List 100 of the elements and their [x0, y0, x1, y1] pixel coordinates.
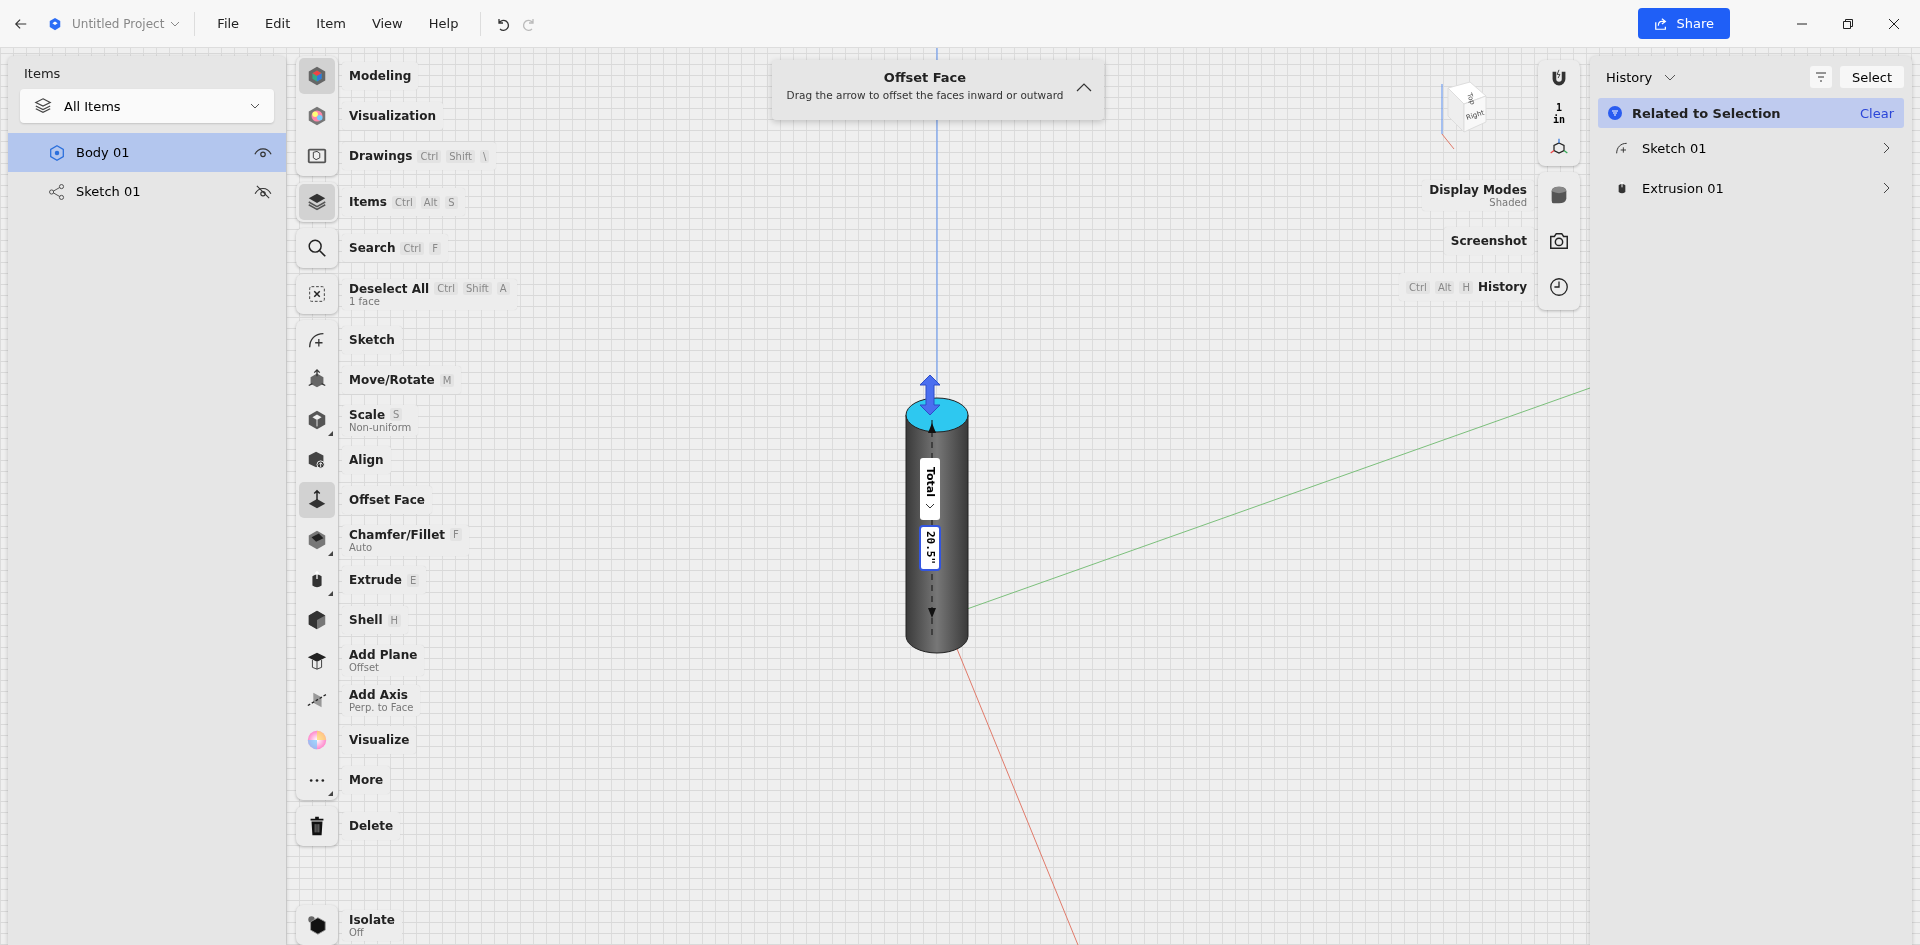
tool-name: Scale: [349, 407, 386, 422]
chevron-right-icon: [1883, 142, 1890, 154]
menu-item[interactable]: View: [363, 16, 411, 31]
clear-link[interactable]: Clear: [1860, 105, 1894, 121]
filter-label: Related to Selection: [1632, 105, 1782, 121]
eye-hidden-icon[interactable]: [254, 184, 272, 199]
entry-name: Extrusion 01: [1642, 180, 1725, 196]
eye-icon[interactable]: [254, 146, 272, 159]
tool-subtitle: Perp. to Face: [349, 701, 414, 713]
shortcut-key: H: [1459, 280, 1473, 294]
toolbar-panel: [296, 274, 338, 314]
sketch-arc-icon: [1614, 140, 1630, 156]
tool-name: Visualization: [349, 109, 436, 123]
tool-name: Extrude: [349, 573, 402, 587]
shortcut-key: Alt: [420, 195, 441, 209]
history-entry[interactable]: Extrusion 01: [1598, 168, 1904, 208]
deselect-icon: [306, 283, 328, 305]
tool-button[interactable]: [299, 482, 335, 518]
menu-item[interactable]: Edit: [257, 16, 299, 31]
offset-arrow-handle[interactable]: [919, 374, 941, 416]
clock-icon: [1548, 276, 1570, 298]
collapse-icon[interactable]: [1076, 82, 1092, 92]
tool-subtitle: Shaded: [1489, 196, 1527, 208]
items-filter-dropdown[interactable]: All Items: [20, 89, 274, 123]
back-arrow-icon[interactable]: [14, 16, 28, 31]
entry-name: Sketch 01: [1642, 140, 1708, 156]
isolate-icon: [306, 914, 328, 936]
shortcut-key: S: [390, 408, 403, 421]
tool-name: More: [349, 773, 384, 787]
shortcut-key: A: [496, 282, 510, 295]
chevron-down-icon: [925, 502, 935, 509]
select-button[interactable]: Select: [1839, 66, 1904, 88]
dimension-mode-dropdown[interactable]: Total: [920, 458, 940, 520]
shortcut-key: \: [480, 149, 490, 163]
tool-name: Deselect All: [349, 281, 430, 296]
tool-name: Modeling: [349, 69, 412, 83]
popup-title: Offset Face: [882, 70, 968, 85]
logo-icon: [48, 16, 62, 31]
shortcut-key: M: [439, 373, 455, 387]
shortcut-key: S: [445, 195, 458, 209]
item-name: Body 01: [76, 145, 131, 160]
tool-name: Screenshot: [1450, 234, 1527, 248]
shortcut-key: Ctrl: [417, 149, 442, 163]
search-icon: [306, 237, 328, 259]
restore-icon[interactable]: [1842, 17, 1854, 30]
nodes-icon: [48, 182, 66, 201]
tool-name: Display Modes: [1429, 182, 1527, 197]
tool-subtitle: Auto: [349, 541, 374, 553]
shortcut-key: F: [450, 528, 462, 541]
tool-name: Add Plane: [349, 647, 418, 662]
toolbar-panel: [296, 228, 338, 268]
share-button[interactable]: Share: [1638, 8, 1730, 39]
history-dropdown[interactable]: History: [1606, 69, 1677, 85]
tool-name: Drawings: [349, 149, 413, 163]
tool-name: Delete: [349, 819, 394, 833]
submenu-corner-icon: [328, 551, 333, 556]
item-row[interactable]: Body 01: [8, 133, 286, 172]
shortcut-key: Alt: [1434, 280, 1455, 294]
share-icon: [1654, 16, 1669, 31]
layers-icon: [306, 191, 328, 213]
menu-item[interactable]: Help: [420, 16, 467, 31]
item-row[interactable]: Sketch 01: [8, 172, 286, 211]
dimension-value-field[interactable]: 20.5": [919, 525, 941, 571]
shortcut-key: F: [429, 241, 441, 255]
shortcut-key: Shift: [446, 149, 475, 163]
offset-face-icon: [306, 489, 328, 511]
chevron-down-icon: [250, 103, 260, 109]
filter-icon: [1814, 72, 1827, 82]
menu-item[interactable]: Item: [308, 16, 354, 31]
more-icon: [308, 777, 326, 783]
submenu-corner-icon: [328, 431, 333, 436]
panel-title: Items: [23, 65, 62, 83]
menu-item[interactable]: File: [209, 16, 248, 31]
color-wheel-icon: [306, 729, 328, 751]
tool-name: Visualize: [349, 733, 410, 747]
tool-name: Move/Rotate: [349, 373, 435, 387]
popup-text: Drag the arrow to offset the faces inward or outward: [785, 89, 1065, 101]
submenu-corner-icon: [328, 791, 333, 796]
cube-icon: [306, 65, 328, 87]
tool-subtitle: Off: [349, 926, 365, 938]
filter-badge-icon: [1608, 106, 1622, 120]
tool-name: Isolate: [349, 912, 395, 927]
shortcut-key: Ctrl: [434, 282, 458, 295]
tool-button[interactable]: [299, 184, 335, 220]
camera-icon: [1548, 230, 1570, 252]
filter-button[interactable]: [1809, 66, 1832, 88]
align-icon: [306, 449, 328, 471]
shortcut-key: E: [406, 573, 420, 587]
units-toggle[interactable]: 1 in: [1552, 102, 1565, 126]
tool-subtitle: Non-uniform: [349, 421, 412, 433]
tool-name: History: [1477, 280, 1527, 294]
history-entry[interactable]: Sketch 01: [1598, 128, 1904, 168]
tool-subtitle: 1 face: [349, 295, 381, 307]
tool-name: Chamfer/Fillet: [349, 527, 446, 542]
submenu-corner-icon: [328, 591, 333, 596]
shortcut-key: Ctrl: [392, 195, 416, 209]
tool-name: Sketch: [349, 333, 395, 347]
close-icon[interactable]: [1888, 17, 1900, 30]
shortcut-key: Shift: [463, 282, 492, 295]
tool-name: Search: [349, 241, 396, 255]
